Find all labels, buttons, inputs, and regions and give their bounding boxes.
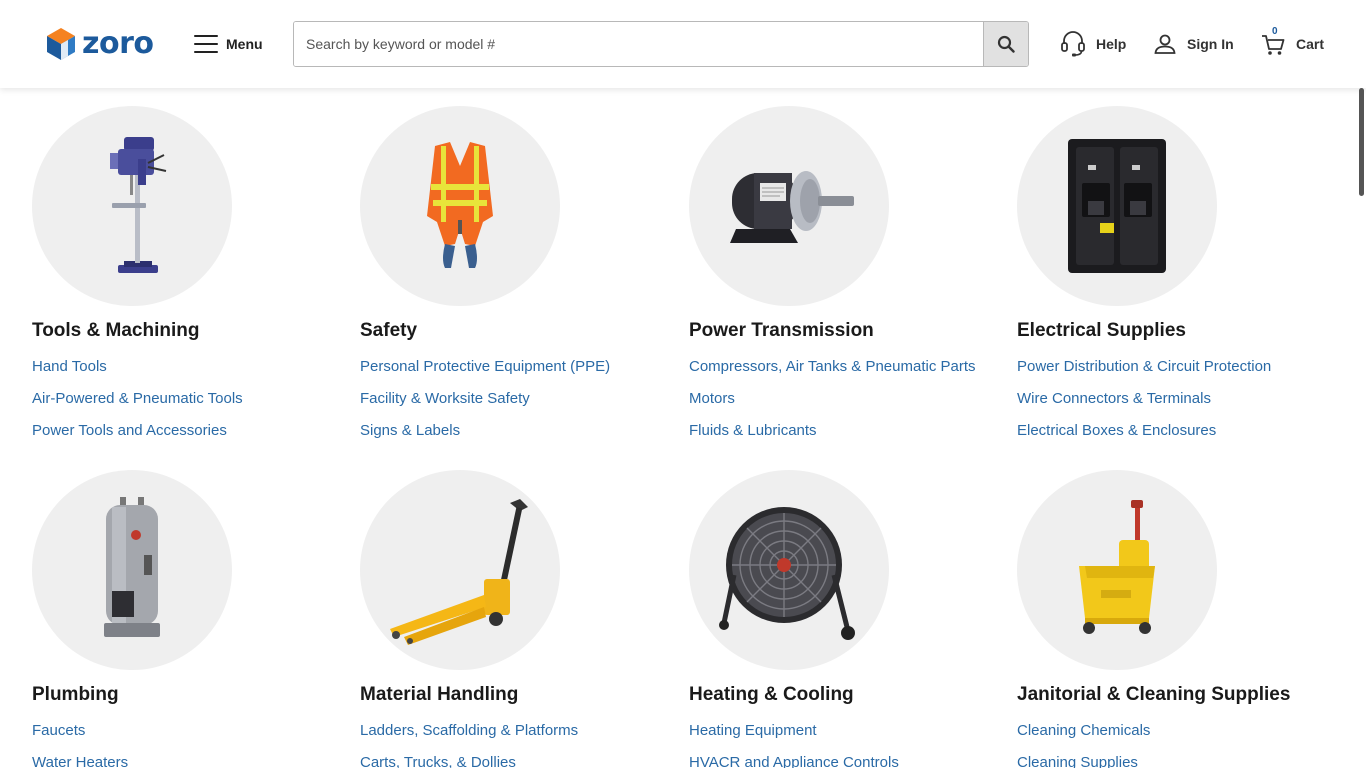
cart-count-badge: 0 (1272, 26, 1278, 37)
category-title[interactable]: Janitorial & Cleaning Supplies (1017, 684, 1337, 706)
cart-link[interactable]: 0 Cart (1260, 26, 1325, 60)
category-image[interactable] (1017, 470, 1217, 670)
mop-bucket-icon (1079, 500, 1155, 634)
search-button[interactable] (983, 22, 1028, 66)
category-links: Faucets Water Heaters (32, 715, 352, 768)
headset-icon (1061, 31, 1085, 57)
drill-press-icon (110, 137, 167, 273)
category-link[interactable]: Fluids & Lubricants (689, 415, 1009, 447)
category-link[interactable]: Water Heaters (32, 747, 352, 768)
page-scrollbar[interactable] (1359, 88, 1364, 196)
category-title[interactable]: Tools & Machining (32, 320, 352, 342)
search-bar (293, 21, 1029, 67)
category-link[interactable]: Compressors, Air Tanks & Pneumatic Parts (689, 351, 1009, 383)
cart-label: Cart (1296, 36, 1325, 52)
category-tools-machining: Tools & Machining Hand Tools Air-Powered… (32, 106, 352, 447)
category-plumbing: Plumbing Faucets Water Heaters (32, 470, 352, 768)
category-link[interactable]: Ladders, Scaffolding & Platforms (360, 715, 680, 747)
logo-text: zoro (82, 26, 154, 61)
category-heating-cooling: Heating & Cooling Heating Equipment HVAC… (689, 470, 1009, 768)
category-title[interactable]: Heating & Cooling (689, 684, 1009, 706)
category-electrical-supplies: Electrical Supplies Power Distribution &… (1017, 106, 1337, 447)
category-image[interactable] (360, 106, 560, 306)
zoro-logo[interactable]: zoro (46, 26, 154, 61)
category-title[interactable]: Plumbing (32, 684, 352, 706)
menu-button[interactable]: Menu (194, 30, 263, 58)
category-links: Cleaning Chemicals Cleaning Supplies (1017, 715, 1337, 768)
category-links: Personal Protective Equipment (PPE) Faci… (360, 351, 680, 447)
search-icon (997, 35, 1015, 53)
category-link[interactable]: Cleaning Supplies (1017, 747, 1337, 768)
category-link[interactable]: Personal Protective Equipment (PPE) (360, 351, 680, 383)
help-label: Help (1096, 36, 1127, 52)
category-links: Power Distribution & Circuit Protection … (1017, 351, 1337, 447)
search-input[interactable] (294, 22, 983, 66)
category-image[interactable] (689, 470, 889, 670)
menu-label: Menu (226, 36, 263, 52)
category-image[interactable] (689, 106, 889, 306)
sign-in-link[interactable]: Sign In (1153, 28, 1234, 60)
help-link[interactable]: Help (1060, 28, 1126, 60)
category-links: Ladders, Scaffolding & Platforms Carts, … (360, 715, 680, 768)
site-header: zoro Menu Help Sign In (0, 0, 1366, 88)
electric-motor-icon (730, 171, 854, 243)
category-link[interactable]: Electrical Boxes & Enclosures (1017, 415, 1337, 447)
category-image[interactable] (1017, 106, 1217, 306)
category-image[interactable] (32, 106, 232, 306)
hamburger-icon (194, 35, 218, 53)
category-link[interactable]: Carts, Trucks, & Dollies (360, 747, 680, 768)
pallet-jack-icon (390, 499, 528, 645)
category-safety: Safety Personal Protective Equipment (PP… (360, 106, 680, 447)
category-link[interactable]: Power Distribution & Circuit Protection (1017, 351, 1337, 383)
drum-fan-icon (719, 507, 855, 640)
zoro-cube-icon (47, 28, 75, 60)
category-image[interactable] (32, 470, 232, 670)
category-link[interactable]: Hand Tools (32, 351, 352, 383)
category-link[interactable]: Wire Connectors & Terminals (1017, 383, 1337, 415)
category-janitorial-cleaning: Janitorial & Cleaning Supplies Cleaning … (1017, 470, 1337, 768)
category-title[interactable]: Power Transmission (689, 320, 1009, 342)
category-link[interactable]: HVACR and Appliance Controls (689, 747, 1009, 768)
user-icon (1154, 34, 1176, 54)
category-link[interactable]: Faucets (32, 715, 352, 747)
category-image[interactable] (360, 470, 560, 670)
category-material-handling: Material Handling Ladders, Scaffolding &… (360, 470, 680, 768)
category-links: Heating Equipment HVACR and Appliance Co… (689, 715, 1009, 768)
sign-in-label: Sign In (1187, 36, 1234, 52)
category-link[interactable]: Cleaning Chemicals (1017, 715, 1337, 747)
category-link[interactable]: Facility & Worksite Safety (360, 383, 680, 415)
category-links: Hand Tools Air-Powered & Pneumatic Tools… (32, 351, 352, 447)
category-title[interactable]: Safety (360, 320, 680, 342)
circuit-breaker-icon (1068, 139, 1166, 273)
category-title[interactable]: Material Handling (360, 684, 680, 706)
category-link[interactable]: Power Tools and Accessories (32, 415, 352, 447)
water-heater-icon (104, 497, 160, 637)
category-link[interactable]: Air-Powered & Pneumatic Tools (32, 383, 352, 415)
category-link[interactable]: Heating Equipment (689, 715, 1009, 747)
category-power-transmission: Power Transmission Compressors, Air Tank… (689, 106, 1009, 447)
category-links: Compressors, Air Tanks & Pneumatic Parts… (689, 351, 1009, 447)
category-link[interactable]: Motors (689, 383, 1009, 415)
category-link[interactable]: Signs & Labels (360, 415, 680, 447)
category-title[interactable]: Electrical Supplies (1017, 320, 1337, 342)
safety-vest-icon (427, 142, 493, 268)
